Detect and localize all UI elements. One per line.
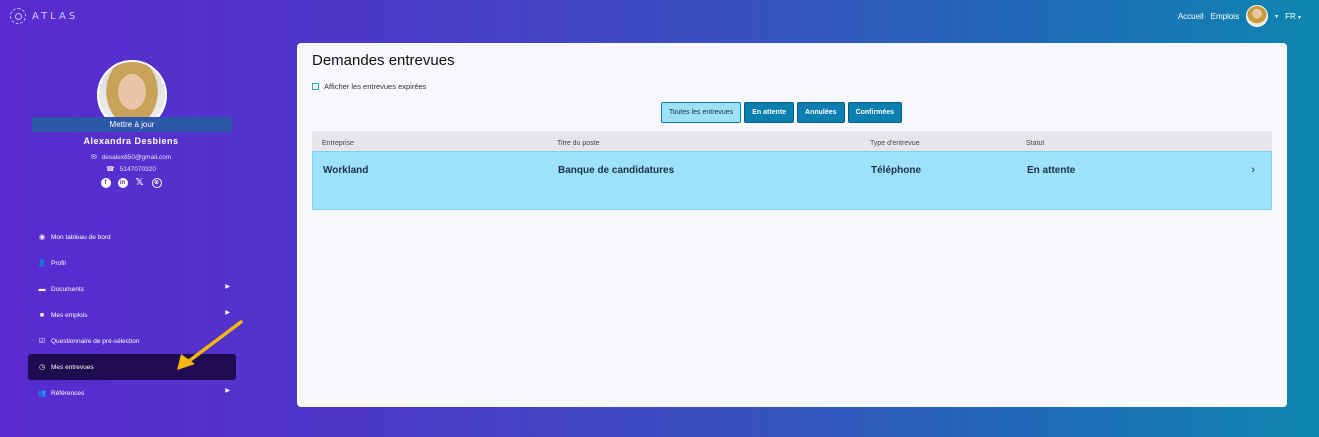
social-links: f in 𝕏 ⊕ [0,178,262,188]
clock-icon: ◷ [38,364,46,371]
phone-line: ☎ 5147070320 [0,165,262,173]
caret-right-icon: ▶ [225,284,230,290]
chevron-right-icon[interactable]: › [1251,164,1255,176]
folder-icon: ▬ [38,285,46,293]
sidebar-menu: ◉ Mon tableau de bord 👤 Profil ▬ Documen… [28,224,236,406]
column-header-type: Type d'entrevue [870,140,920,147]
sidebar-item-profile[interactable]: 👤 Profil [28,250,236,276]
table-row[interactable]: Workland Banque de candidatures Téléphon… [312,151,1272,210]
briefcase-icon: ■ [39,311,45,319]
sidebar-item-label: Mes entrevues [51,363,94,371]
chevron-down-icon[interactable]: ▾ [1275,13,1278,20]
cell-company: Workland [323,165,369,176]
email-line: ✉ desalex850@gmail.com [0,153,262,161]
cell-status: En attente [1027,165,1076,176]
globe-icon[interactable]: ⊕ [151,178,162,188]
show-expired-checkbox[interactable] [312,83,319,90]
sidebar-item-label: Documents [51,285,84,293]
sidebar-item-label: Références [51,389,85,397]
sidebar-item-label: Profil [51,259,66,267]
sidebar-item-label: Mes emplois [51,311,88,319]
show-expired-label: Afficher les entrevues expirées [324,82,427,91]
filter-pending-button[interactable]: En attente [744,102,795,123]
filter-cancelled-button[interactable]: Annulées [797,102,845,123]
top-nav: Accueil Emplois ▾ FR ▾ [1178,5,1301,27]
users-icon: 👥 [37,390,47,397]
chevron-down-icon: ▾ [1297,14,1301,21]
sidebar-item-documents[interactable]: ▬ Documents ▶ [28,276,236,302]
x-icon[interactable]: 𝕏 [135,178,145,188]
sidebar-item-label: Mon tableau de bord [51,233,111,241]
show-expired-toggle[interactable]: Afficher les entrevues expirées [312,82,426,91]
column-header-company: Entreprise [322,140,354,147]
language-label: FR [1285,11,1296,21]
table-header: Entreprise Titre du poste Type d'entrevu… [312,131,1272,151]
sidebar-item-dashboard[interactable]: ◉ Mon tableau de bord [28,224,236,250]
phone-icon: ☎ [106,166,115,173]
dashboard-icon: ◉ [38,234,46,241]
cell-position: Banque de candidatures [558,165,675,176]
facebook-icon[interactable]: f [100,178,111,188]
status-filter-group: Toutes les entrevues En attente Annulées… [661,102,903,123]
language-selector[interactable]: FR ▾ [1285,12,1301,21]
update-photo-button[interactable]: Mettre à jour [32,117,232,132]
column-header-status: Statut [1026,140,1045,147]
checklist-icon: ☑ [38,338,46,345]
caret-right-icon: ▶ [225,310,230,316]
user-avatar-menu[interactable] [1246,5,1269,27]
annotation-arrow-icon [177,320,243,370]
user-name: Alexandra Desbiens [83,136,179,146]
top-bar: ATLAS Accueil Emplois ▾ FR ▾ [0,0,1319,32]
user-phone: 5147070320 [119,166,156,173]
atlas-logo-icon [10,8,26,24]
sidebar: Mettre à jour Alexandra Desbiens ✉ desale… [0,32,262,437]
user-email: desalex850@gmail.com [101,154,172,161]
caret-right-icon: ▶ [225,388,230,394]
column-header-position: Titre du poste [557,140,600,147]
sidebar-item-label: Questionnaire de pré-sélection [51,337,140,345]
sidebar-item-references[interactable]: 👥 Références ▶ [28,380,236,406]
atlas-logo[interactable]: ATLAS [10,8,78,24]
nav-home-link[interactable]: Accueil [1178,12,1204,21]
filter-all-button[interactable]: Toutes les entrevues [661,102,742,123]
cell-type: Téléphone [871,165,922,176]
linkedin-icon[interactable]: in [117,178,128,188]
filter-confirmed-button[interactable]: Confirmées [847,102,903,123]
page-title: Demandes entrevues [312,52,455,69]
envelope-icon: ✉ [90,154,97,161]
interviews-panel: Demandes entrevues Afficher les entrevue… [297,43,1287,407]
logo-text: ATLAS [32,10,79,22]
user-icon: 👤 [37,260,47,267]
nav-jobs-link[interactable]: Emplois [1211,12,1239,21]
